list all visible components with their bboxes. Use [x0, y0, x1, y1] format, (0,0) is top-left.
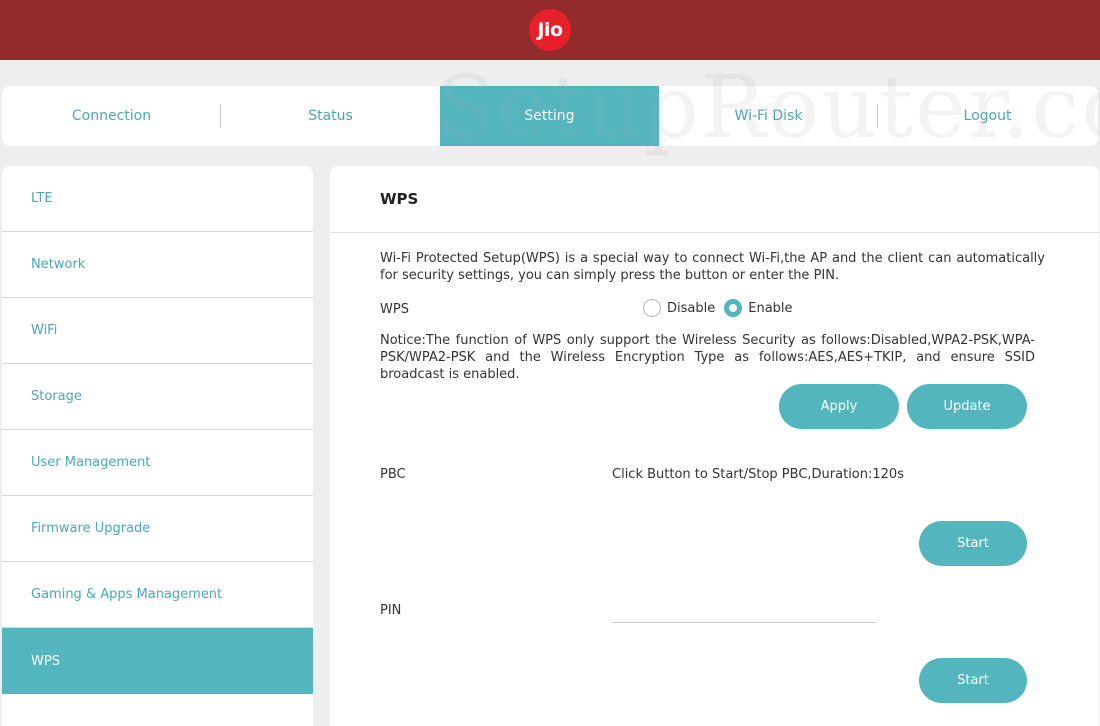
jio-logo: Jio [529, 9, 571, 51]
pin-start-button[interactable]: Start [919, 658, 1027, 703]
sidebar-item-firmware-upgrade[interactable]: Firmware Upgrade [2, 496, 313, 562]
title-divider [330, 232, 1099, 233]
sidebar-item-label: User Management [31, 455, 151, 470]
settings-sidebar: LTE Network WiFi Storage User Management… [2, 166, 313, 726]
tab-label: Setting [524, 108, 575, 124]
sidebar-item-user-management[interactable]: User Management [2, 430, 313, 496]
sidebar-item-label: WPS [31, 653, 60, 669]
sidebar-item-label: LTE [31, 191, 53, 206]
wps-description: Wi-Fi Protected Setup(WPS) is a special … [380, 251, 1045, 283]
sidebar-item-wps[interactable]: WPS [2, 628, 313, 694]
update-button[interactable]: Update [907, 384, 1027, 429]
sidebar-item-label: WiFi [31, 323, 58, 338]
sidebar-item-lte[interactable]: LTE [2, 166, 313, 232]
apply-button[interactable]: Apply [779, 384, 899, 429]
pbc-label: PBC [380, 467, 406, 482]
tab-setting[interactable]: Setting [440, 86, 659, 146]
main-nav: Connection Status Setting Wi-Fi Disk Log… [2, 86, 1098, 146]
wps-notice: Notice:The function of WPS only support … [380, 333, 1035, 382]
tab-logout[interactable]: Logout [878, 86, 1097, 146]
pin-input[interactable] [612, 622, 876, 623]
enable-label: Enable [748, 300, 793, 316]
wps-label: WPS [380, 302, 409, 317]
wps-radio-group: Disable Enable [643, 299, 793, 317]
pbc-hint: Click Button to Start/Stop PBC,Duration:… [612, 467, 904, 482]
sidebar-item-label: Firmware Upgrade [31, 521, 151, 536]
wps-panel: WPS Wi-Fi Protected Setup(WPS) is a spec… [330, 166, 1099, 726]
tab-label: Wi-Fi Disk [734, 108, 803, 124]
apply-button-label: Apply [820, 399, 858, 414]
sidebar-item-label: Network [31, 257, 86, 272]
wps-enable-radio[interactable] [724, 299, 743, 317]
page-title: WPS [380, 190, 419, 208]
pbc-start-label: Start [957, 536, 989, 551]
sidebar-item-label: Storage [31, 389, 82, 404]
top-header-bar: Jio [0, 0, 1100, 60]
tab-label: Connection [71, 108, 152, 124]
sidebar-item-network[interactable]: Network [2, 232, 313, 298]
sidebar-item-gaming-apps[interactable]: Gaming & Apps Management [2, 562, 313, 628]
sidebar-item-wifi[interactable]: WiFi [2, 298, 313, 364]
tab-wifi-disk[interactable]: Wi-Fi Disk [659, 86, 878, 146]
pin-start-label: Start [957, 673, 989, 688]
disable-label: Disable [667, 300, 716, 316]
tab-label: Status [308, 108, 353, 124]
wps-disable-radio[interactable] [643, 299, 661, 317]
tab-connection[interactable]: Connection [2, 86, 221, 146]
pin-label: PIN [380, 603, 402, 618]
tab-status[interactable]: Status [221, 86, 440, 146]
sidebar-item-label: Gaming & Apps Management [31, 587, 223, 602]
tab-label: Logout [963, 108, 1012, 124]
sidebar-item-storage[interactable]: Storage [2, 364, 313, 430]
pbc-start-button[interactable]: Start [919, 521, 1027, 566]
update-button-label: Update [943, 399, 991, 414]
